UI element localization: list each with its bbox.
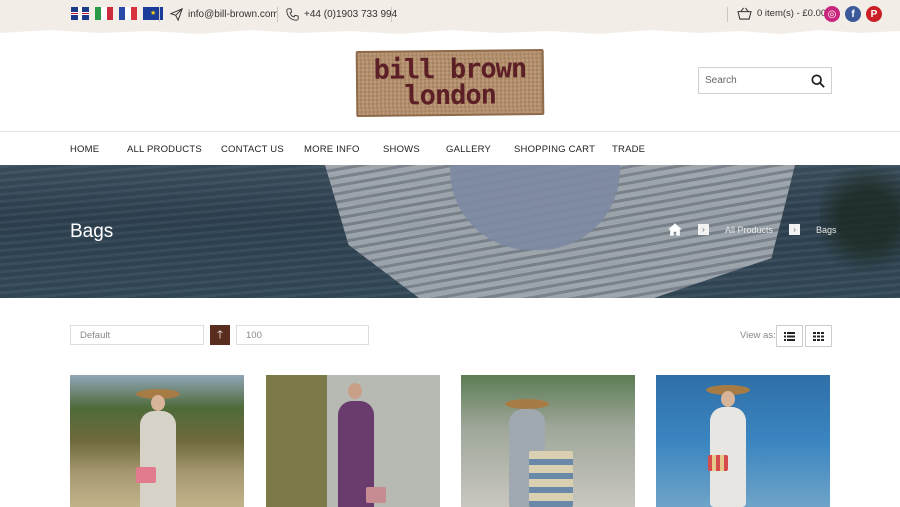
product-image[interactable] — [656, 375, 830, 507]
logo-line-2: london — [404, 79, 497, 112]
mini-cart[interactable]: 0 item(s) - £0.00 — [737, 7, 826, 20]
search-box — [698, 67, 832, 94]
italy-flag-icon[interactable] — [95, 7, 113, 20]
page-title: Bags — [70, 221, 114, 242]
bag-product — [708, 455, 728, 471]
cart-summary[interactable]: 0 item(s) - £0.00 — [757, 8, 826, 19]
chevron-right-icon: › — [698, 224, 709, 235]
model-figure — [140, 411, 176, 507]
divider — [277, 7, 278, 22]
category-hero-banner: Bags › All Products › Bags — [0, 165, 900, 298]
nav-trade[interactable]: TRADE — [612, 144, 645, 155]
nav-contact-us[interactable]: CONTACT US — [221, 144, 284, 155]
paper-plane-icon — [170, 8, 183, 21]
grid-view-button[interactable] — [805, 325, 832, 347]
phone-icon — [286, 8, 299, 21]
phone-text[interactable]: +44 (0)1903 733 994 — [304, 9, 397, 20]
main-nav: HOME ALL PRODUCTS CONTACT US MORE INFO S… — [0, 131, 900, 165]
uk-flag-icon[interactable] — [71, 7, 89, 20]
chevron-right-icon: › — [789, 224, 801, 235]
phone-contact[interactable]: +44 (0)1903 733 994 — [286, 8, 397, 21]
breadcrumb-current: Bags — [816, 224, 837, 235]
divider — [391, 7, 392, 22]
product-image[interactable] — [70, 375, 244, 507]
language-flags — [71, 7, 163, 20]
nav-more-info[interactable]: MORE INFO — [304, 144, 360, 155]
sort-select[interactable]: Default — [70, 325, 204, 345]
limit-select[interactable]: 100 — [236, 325, 369, 345]
nav-shopping-cart[interactable]: SHOPPING CART — [514, 144, 595, 155]
product-image[interactable] — [266, 375, 440, 507]
eu-flag-icon[interactable] — [143, 7, 163, 20]
nav-gallery[interactable]: GALLERY — [446, 144, 491, 155]
search-icon[interactable] — [811, 74, 825, 88]
divider — [159, 7, 160, 22]
top-bar: info@bill-brown.com +44 (0)1903 733 994 … — [0, 0, 900, 30]
model-head — [721, 391, 735, 407]
breadcrumb-all-products[interactable]: All Products — [725, 225, 773, 235]
france-flag-icon[interactable] — [119, 7, 137, 20]
list-view-button[interactable] — [776, 325, 803, 347]
bag-product — [136, 467, 156, 483]
model-head — [348, 383, 362, 399]
basket-icon — [737, 7, 752, 20]
nav-home[interactable]: HOME — [70, 144, 99, 155]
bag-product — [529, 451, 573, 507]
product-image[interactable] — [461, 375, 635, 507]
search-input[interactable] — [699, 75, 804, 86]
model-head — [151, 395, 165, 411]
pinterest-icon[interactable]: P — [866, 6, 882, 22]
email-text[interactable]: info@bill-brown.com — [188, 9, 279, 20]
nav-shows[interactable]: SHOWS — [383, 144, 420, 155]
view-as-label: View as: — [740, 330, 776, 341]
sun-hat — [505, 399, 549, 409]
arrow-up-icon: 🡑 — [217, 328, 223, 341]
instagram-icon[interactable]: ◎ — [824, 6, 840, 22]
sort-direction-button[interactable]: 🡑 — [210, 325, 230, 345]
email-contact[interactable]: info@bill-brown.com — [170, 8, 279, 21]
site-logo[interactable]: bill brown london — [355, 49, 545, 117]
torn-paper-edge — [0, 28, 900, 34]
breadcrumb: › All Products › Bags — [668, 223, 837, 236]
home-icon[interactable] — [668, 223, 682, 236]
list-view-icon — [784, 331, 795, 341]
grid-view-icon — [813, 331, 824, 341]
divider — [727, 7, 728, 22]
facebook-icon[interactable]: f — [845, 6, 861, 22]
nav-all-products[interactable]: ALL PRODUCTS — [127, 144, 202, 155]
bag-product — [366, 487, 386, 503]
